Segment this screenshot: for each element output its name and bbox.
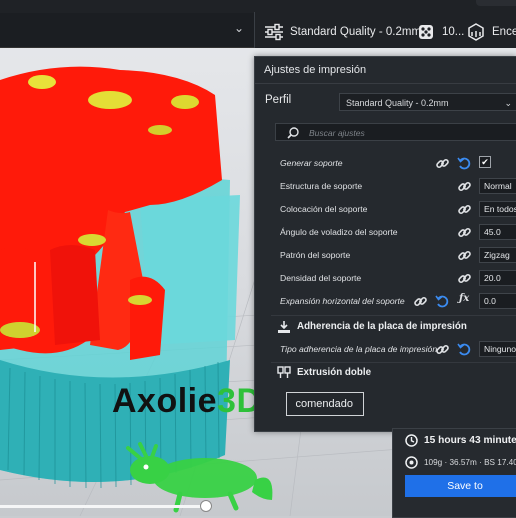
clock-icon <box>405 434 418 452</box>
infill-icon <box>416 22 436 42</box>
link-icon[interactable] <box>457 179 472 194</box>
search-icon <box>287 126 299 144</box>
layer-slider-handle[interactable] <box>200 500 212 512</box>
setting-adhesion-type: Tipo adherencia de la placa de impresión… <box>255 339 516 360</box>
profile-label: Perfil <box>265 94 292 106</box>
setting-label: Densidad del soporte <box>280 273 362 283</box>
link-icon[interactable] <box>457 225 472 240</box>
search-settings-input[interactable]: Buscar ajustes <box>275 123 516 141</box>
quality-label: Standard Quality - 0.2mm <box>290 26 422 38</box>
support-density-field[interactable]: 20.0 <box>479 270 516 286</box>
brand-text: Axolie <box>112 382 218 420</box>
setting-label: Colocación del soporte <box>280 204 368 214</box>
link-icon[interactable] <box>457 248 472 263</box>
section-adhesion-label: Adherencia de la placa de impresión <box>297 321 467 332</box>
section-dual-extrusion[interactable]: Extrusión doble <box>255 362 516 384</box>
setting-support-density: Densidad del soporte 20.0 <box>255 268 516 289</box>
sliders-icon <box>264 22 284 42</box>
adhesion-icon <box>277 320 291 334</box>
settings-list: Generar soporte ✔ Estructura de soporte … <box>255 149 516 429</box>
function-icon[interactable]: ƒx <box>459 293 469 304</box>
link-icon[interactable] <box>413 294 428 309</box>
setting-label: Generar soporte <box>280 158 343 168</box>
section-adhesion[interactable]: Adherencia de la placa de impresión <box>255 316 516 338</box>
support-pattern-select[interactable]: Zigzag <box>479 247 516 263</box>
setting-horizontal-expansion: Expansión horizontal del soporte ƒx 0.0 <box>255 291 516 312</box>
top-toolbar: ⌄ Standard Quality - 0.2mm 10... Encen <box>0 0 516 48</box>
link-icon[interactable] <box>435 342 450 357</box>
support-label: Encen <box>492 26 516 38</box>
dual-extrusion-icon <box>277 366 291 380</box>
print-settings-panel: Ajustes de impresión Perfil Standard Qua… <box>254 56 516 432</box>
profile-dropdown[interactable]: Standard Quality - 0.2mm ⌄ <box>339 93 516 111</box>
material-estimate: 109g · 36.57m · BS 17.40 <box>424 458 516 467</box>
save-to-button[interactable]: Save to <box>405 475 516 497</box>
print-settings-button[interactable]: Standard Quality - 0.2mm <box>264 22 421 42</box>
infill-indicator[interactable]: 10... <box>416 22 464 42</box>
stage-selector[interactable]: ⌄ <box>0 13 254 48</box>
setting-label: Estructura de soporte <box>280 181 363 191</box>
profile-value: Standard Quality - 0.2mm <box>346 98 449 108</box>
infill-label: 10... <box>442 26 465 38</box>
print-info-panel: 15 hours 43 minutes 109g · 36.57m · BS 1… <box>392 428 516 518</box>
setting-label: Ángulo de voladizo del soporte <box>280 227 398 237</box>
support-structure-select[interactable]: Normal <box>479 178 516 194</box>
setting-support-placement: Colocación del soporte En todos <box>255 199 516 220</box>
setting-label: Expansión horizontal del soporte <box>280 296 405 306</box>
toolbar-divider <box>254 12 255 48</box>
setting-label: Patrón del soporte <box>280 250 351 260</box>
link-icon[interactable] <box>457 271 472 286</box>
recommended-button[interactable]: comendado <box>286 392 364 416</box>
setting-overhang-angle: Ángulo de voladizo del soporte 45.0 <box>255 222 516 243</box>
setting-support-pattern: Patrón del soporte Zigzag <box>255 245 516 266</box>
chevron-down-icon: ⌄ <box>504 98 512 108</box>
support-icon <box>466 22 486 42</box>
link-icon[interactable] <box>457 202 472 217</box>
reset-icon[interactable] <box>435 294 449 308</box>
layer-slider-track[interactable] <box>0 505 210 508</box>
link-icon[interactable] <box>435 156 450 171</box>
filament-icon <box>405 456 418 474</box>
setting-label: Tipo adherencia de la placa de impresión <box>280 344 438 354</box>
horizontal-expansion-field[interactable]: 0.0 <box>479 293 516 309</box>
overhang-angle-field[interactable]: 45.0 <box>479 224 516 240</box>
panel-title: Ajustes de impresión <box>255 57 516 84</box>
adhesion-type-select[interactable]: Ninguno <box>479 341 516 357</box>
reset-icon[interactable] <box>457 342 471 356</box>
setting-support-structure: Estructura de soporte Normal <box>255 176 516 197</box>
support-indicator[interactable]: Encen <box>466 22 516 42</box>
print-time: 15 hours 43 minutes <box>424 435 516 446</box>
section-dual-label: Extrusión doble <box>297 367 372 378</box>
chevron-down-icon: ⌄ <box>233 21 244 35</box>
brand-logo: Axolie3D <box>112 382 262 421</box>
reset-icon[interactable] <box>457 156 471 170</box>
search-placeholder: Buscar ajustes <box>309 128 365 138</box>
support-placement-select[interactable]: En todos <box>479 201 516 217</box>
setting-generate-support: Generar soporte ✔ <box>255 153 516 174</box>
generate-support-checkbox[interactable]: ✔ <box>479 156 491 168</box>
window-edge <box>476 0 516 6</box>
